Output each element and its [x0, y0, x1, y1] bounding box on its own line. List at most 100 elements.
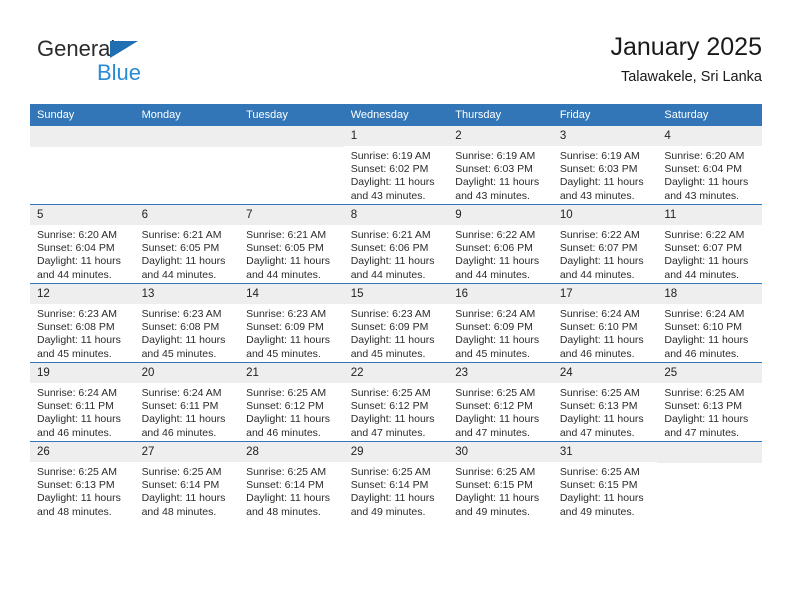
- day-number: 5: [30, 205, 135, 225]
- sunrise-time: Sunrise: 6:22 AM: [664, 229, 745, 241]
- daylight-duration-line1: Daylight: 11 hours: [37, 334, 121, 347]
- daylight-duration-line1: Daylight: 11 hours: [141, 255, 226, 268]
- calendar-day-cell: 21 Sunrise: 6:25 AM Sunset: 6:12 PM Dayligh…: [239, 362, 344, 442]
- daylight-duration-line1: Daylight: 11 hours: [350, 255, 435, 268]
- sunrise-time: Sunrise: 6:21 AM: [350, 229, 431, 241]
- day-cell-content[interactable]: 30 Sunrise: 6:25 AM Sunset: 6:15 PM Dayligh…: [448, 442, 553, 520]
- day-sun-info: Sunrise: 6:21 AM Sunset: 6:06 PM Daylight:…: [344, 225, 449, 282]
- daylight-duration-line1: Daylight: 11 hours: [455, 492, 540, 505]
- day-cell-content[interactable]: 7 Sunrise: 6:21 AM Sunset: 6:05 PM Daylight…: [239, 205, 344, 283]
- day-cell-content[interactable]: 29 Sunrise: 6:25 AM Sunset: 6:14 PM Dayligh…: [343, 442, 449, 520]
- sunset-time: Sunset: 6:03 PM: [455, 163, 533, 176]
- day-cell-content[interactable]: 26 Sunrise: 6:25 AM Sunset: 6:13 PM Dayligh…: [30, 442, 135, 520]
- day-cell-content[interactable]: 3 Sunrise: 6:19 AM Sunset: 6:03 PM Daylight…: [552, 126, 658, 204]
- day-sun-info: Sunrise: 6:24 AM Sunset: 6:09 PM Daylight:…: [448, 304, 553, 361]
- sunrise-time: Sunrise: 6:24 AM: [455, 308, 536, 320]
- logo-text-blue: Blue: [97, 60, 142, 85]
- day-cell-content[interactable]: 17 Sunrise: 6:24 AM Sunset: 6:10 PM Dayligh…: [552, 284, 658, 362]
- sunrise-time: Sunrise: 6:19 AM: [350, 150, 431, 162]
- daylight-duration-line2: and 43 minutes.: [350, 189, 426, 202]
- day-cell-content[interactable]: 16 Sunrise: 6:24 AM Sunset: 6:09 PM Dayligh…: [448, 284, 553, 362]
- daylight-duration-line2: and 47 minutes.: [350, 426, 426, 439]
- day-number: 8: [343, 205, 449, 225]
- day-sun-info: Sunrise: 6:23 AM Sunset: 6:08 PM Daylight:…: [30, 304, 135, 361]
- day-cell-content[interactable]: 21 Sunrise: 6:25 AM Sunset: 6:12 PM Dayligh…: [239, 363, 344, 441]
- day-cell-content[interactable]: 22 Sunrise: 6:25 AM Sunset: 6:12 PM Dayligh…: [343, 363, 449, 441]
- day-sun-info: Sunrise: 6:25 AM Sunset: 6:15 PM Daylight:…: [553, 462, 658, 519]
- day-cell-content[interactable]: 25 Sunrise: 6:25 AM Sunset: 6:13 PM Dayligh…: [657, 363, 762, 441]
- day-number: 18: [657, 284, 762, 304]
- day-cell-content[interactable]: 13 Sunrise: 6:23 AM Sunset: 6:08 PM Dayligh…: [134, 284, 240, 362]
- daylight-duration-line2: and 43 minutes.: [455, 189, 530, 202]
- calendar-day-cell: 19 Sunrise: 6:24 AM Sunset: 6:11 PM Dayligh…: [30, 362, 135, 442]
- daylight-duration-line1: Daylight: 11 hours: [559, 492, 644, 505]
- calendar-day-cell: 14 Sunrise: 6:23 AM Sunset: 6:09 PM Dayligh…: [239, 283, 344, 363]
- day-cell-content[interactable]: 8 Sunrise: 6:21 AM Sunset: 6:06 PM Daylight…: [343, 205, 449, 283]
- daylight-duration-line2: and 47 minutes.: [455, 426, 530, 439]
- day-number: 3: [552, 126, 658, 146]
- day-cell-content[interactable]: 2 Sunrise: 6:19 AM Sunset: 6:03 PM Daylight…: [448, 126, 553, 204]
- day-cell-content[interactable]: 27 Sunrise: 6:25 AM Sunset: 6:14 PM Dayligh…: [134, 442, 240, 520]
- sunset-time: Sunset: 6:07 PM: [664, 242, 743, 255]
- day-number: 23: [448, 363, 553, 383]
- daylight-duration-line1: Daylight: 11 hours: [455, 255, 540, 268]
- daylight-duration-line1: Daylight: 11 hours: [350, 413, 435, 426]
- day-sun-info: Sunrise: 6:25 AM Sunset: 6:13 PM Daylight:…: [553, 383, 658, 440]
- sunrise-time: Sunrise: 6:22 AM: [559, 229, 640, 241]
- calendar-day-cell: 18 Sunrise: 6:24 AM Sunset: 6:10 PM Dayligh…: [657, 283, 762, 363]
- calendar-day-cell: 6 Sunrise: 6:21 AM Sunset: 6:05 PM Daylight…: [134, 204, 240, 284]
- sunrise-time: Sunrise: 6:20 AM: [37, 229, 117, 241]
- sunset-time: Sunset: 6:13 PM: [664, 400, 743, 413]
- daylight-duration-line1: Daylight: 11 hours: [559, 413, 644, 426]
- day-sun-info: Sunrise: 6:25 AM Sunset: 6:13 PM Daylight:…: [30, 462, 135, 519]
- calendar-day-cell-empty: [134, 126, 240, 205]
- sunrise-time: Sunrise: 6:25 AM: [141, 466, 222, 478]
- day-cell-content[interactable]: 23 Sunrise: 6:25 AM Sunset: 6:12 PM Dayligh…: [448, 363, 553, 441]
- sunrise-time: Sunrise: 6:25 AM: [455, 466, 536, 478]
- calendar-day-cell: 3 Sunrise: 6:19 AM Sunset: 6:03 PM Daylight…: [552, 126, 658, 205]
- daylight-duration-line1: Daylight: 11 hours: [350, 492, 435, 505]
- sunset-time: Sunset: 6:05 PM: [141, 242, 220, 255]
- daylight-duration-line2: and 44 minutes.: [141, 268, 217, 281]
- sunrise-time: Sunrise: 6:21 AM: [246, 229, 327, 241]
- day-sun-info: Sunrise: 6:23 AM Sunset: 6:08 PM Daylight:…: [135, 304, 240, 361]
- daylight-duration-line2: and 46 minutes.: [664, 347, 740, 360]
- daylight-duration-line1: Daylight: 11 hours: [455, 413, 540, 426]
- day-sun-info: Sunrise: 6:25 AM Sunset: 6:15 PM Daylight:…: [448, 462, 553, 519]
- daylight-duration-line1: Daylight: 11 hours: [559, 255, 644, 268]
- day-cell-content[interactable]: 31 Sunrise: 6:25 AM Sunset: 6:15 PM Dayligh…: [552, 442, 658, 520]
- sunset-time: Sunset: 6:13 PM: [559, 400, 638, 413]
- day-cell-content[interactable]: 5 Sunrise: 6:20 AM Sunset: 6:04 PM Daylight…: [30, 205, 135, 283]
- sunset-time: Sunset: 6:12 PM: [350, 400, 429, 413]
- daylight-duration-line2: and 46 minutes.: [246, 426, 321, 439]
- daylight-duration-line2: and 48 minutes.: [141, 505, 217, 518]
- day-cell-content[interactable]: 15 Sunrise: 6:23 AM Sunset: 6:09 PM Dayligh…: [343, 284, 449, 362]
- day-cell-content[interactable]: 20 Sunrise: 6:24 AM Sunset: 6:11 PM Dayligh…: [134, 363, 240, 441]
- sunrise-sunset-calendar: Sunday Monday Tuesday Wednesday Thursday…: [30, 104, 762, 520]
- day-cell-content[interactable]: 12 Sunrise: 6:23 AM Sunset: 6:08 PM Dayligh…: [30, 284, 135, 362]
- day-cell-content[interactable]: 9 Sunrise: 6:22 AM Sunset: 6:06 PM Daylight…: [448, 205, 553, 283]
- day-cell-content[interactable]: 14 Sunrise: 6:23 AM Sunset: 6:09 PM Dayligh…: [239, 284, 344, 362]
- sunrise-time: Sunrise: 6:20 AM: [664, 150, 745, 162]
- day-cell-content[interactable]: 24 Sunrise: 6:25 AM Sunset: 6:13 PM Dayligh…: [552, 363, 658, 441]
- sunset-time: Sunset: 6:12 PM: [246, 400, 324, 413]
- day-cell-content[interactable]: 10 Sunrise: 6:22 AM Sunset: 6:07 PM Dayligh…: [552, 205, 658, 283]
- day-cell-content[interactable]: 19 Sunrise: 6:24 AM Sunset: 6:11 PM Dayligh…: [30, 363, 135, 441]
- daylight-duration-line2: and 43 minutes.: [664, 189, 740, 202]
- day-cell-content[interactable]: 28 Sunrise: 6:25 AM Sunset: 6:14 PM Dayligh…: [239, 442, 344, 520]
- calendar-day-cell: 20 Sunrise: 6:24 AM Sunset: 6:11 PM Dayligh…: [134, 362, 240, 442]
- sunrise-time: Sunrise: 6:25 AM: [350, 387, 431, 399]
- sunrise-time: Sunrise: 6:23 AM: [37, 308, 117, 320]
- day-cell-content[interactable]: 6 Sunrise: 6:21 AM Sunset: 6:05 PM Daylight…: [134, 205, 240, 283]
- day-cell-content[interactable]: 1 Sunrise: 6:19 AM Sunset: 6:02 PM Daylight…: [343, 126, 449, 204]
- daylight-duration-line1: Daylight: 11 hours: [664, 334, 749, 347]
- calendar-day-cell: 25 Sunrise: 6:25 AM Sunset: 6:13 PM Dayligh…: [657, 362, 762, 442]
- day-cell-content[interactable]: 11 Sunrise: 6:22 AM Sunset: 6:07 PM Dayligh…: [657, 205, 762, 283]
- day-cell-content[interactable]: 18 Sunrise: 6:24 AM Sunset: 6:10 PM Dayligh…: [657, 284, 762, 362]
- calendar-day-cell: 5 Sunrise: 6:20 AM Sunset: 6:04 PM Daylight…: [30, 204, 135, 284]
- day-sun-info: Sunrise: 6:25 AM Sunset: 6:14 PM Daylight:…: [135, 462, 240, 519]
- day-sun-info: Sunrise: 6:23 AM Sunset: 6:09 PM Daylight:…: [239, 304, 344, 361]
- general-blue-logo[interactable]: General Blue: [37, 36, 237, 92]
- daylight-duration-line2: and 44 minutes.: [559, 268, 635, 281]
- day-cell-content[interactable]: 4 Sunrise: 6:20 AM Sunset: 6:04 PM Daylight…: [657, 126, 762, 204]
